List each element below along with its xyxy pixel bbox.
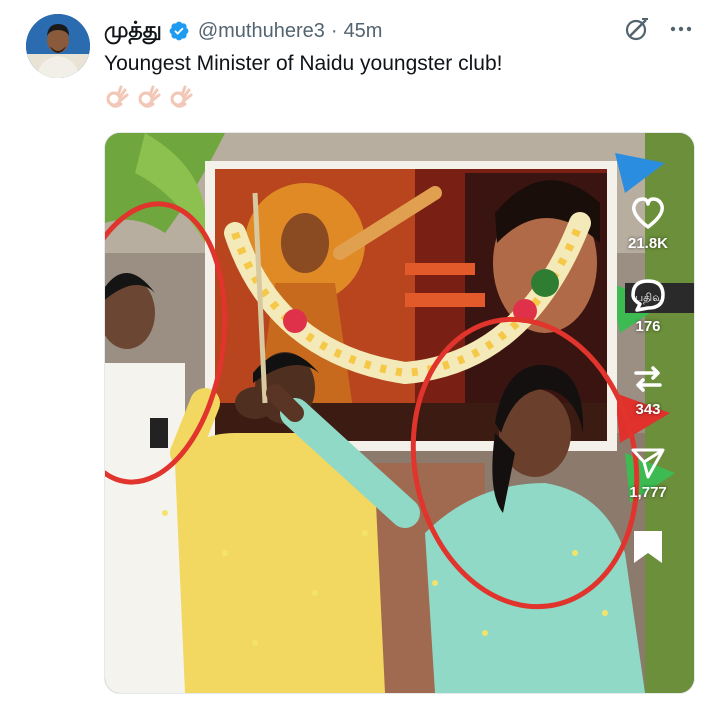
verified-badge-icon [168,20,190,42]
display-name[interactable]: முத்து [104,17,162,46]
tweet-actions-top [624,16,694,42]
grok-icon[interactable] [624,16,650,42]
bookmark-action[interactable] [628,527,668,567]
tweet-header: முத்து @muthuhere3 · 45m [104,16,382,46]
emoji-row [104,84,194,110]
more-icon[interactable] [668,16,694,42]
comment-action[interactable]: 176 [628,276,668,335]
ok-hand-emoji-icon [104,84,130,110]
tweet-text: Youngest Minister of Naidu youngster clu… [104,52,503,75]
tweet-media-image[interactable]: பதிவு 21.8K 176 343 1,777 [104,132,695,694]
like-action[interactable]: 21.8K [628,193,668,252]
user-handle[interactable]: @muthuhere3 [198,20,325,43]
send-paper-plane-icon [631,448,665,479]
comment-count: 176 [635,318,661,335]
bookmark-icon [634,531,662,563]
heart-icon [632,197,664,229]
ok-hand-emoji-icon [168,84,194,110]
share-action[interactable]: 343 [628,359,668,418]
avatar[interactable] [26,14,90,78]
separator-dot: · [330,19,338,42]
comment-bubble-icon [631,279,665,312]
avatar-image [26,14,90,78]
share-count: 343 [635,401,661,418]
send-count: 1,777 [629,484,667,501]
media-photo [105,133,694,693]
tweet: முத்து @muthuhere3 · 45m Youngest Minist… [0,0,720,702]
ok-hand-emoji-icon [136,84,162,110]
repost-arrows-icon [634,366,662,392]
video-overlay-actions: 21.8K 176 343 1,777 [613,193,683,567]
like-count: 21.8K [627,235,669,252]
timestamp[interactable]: 45m [344,20,383,43]
send-action[interactable]: 1,777 [628,442,668,501]
